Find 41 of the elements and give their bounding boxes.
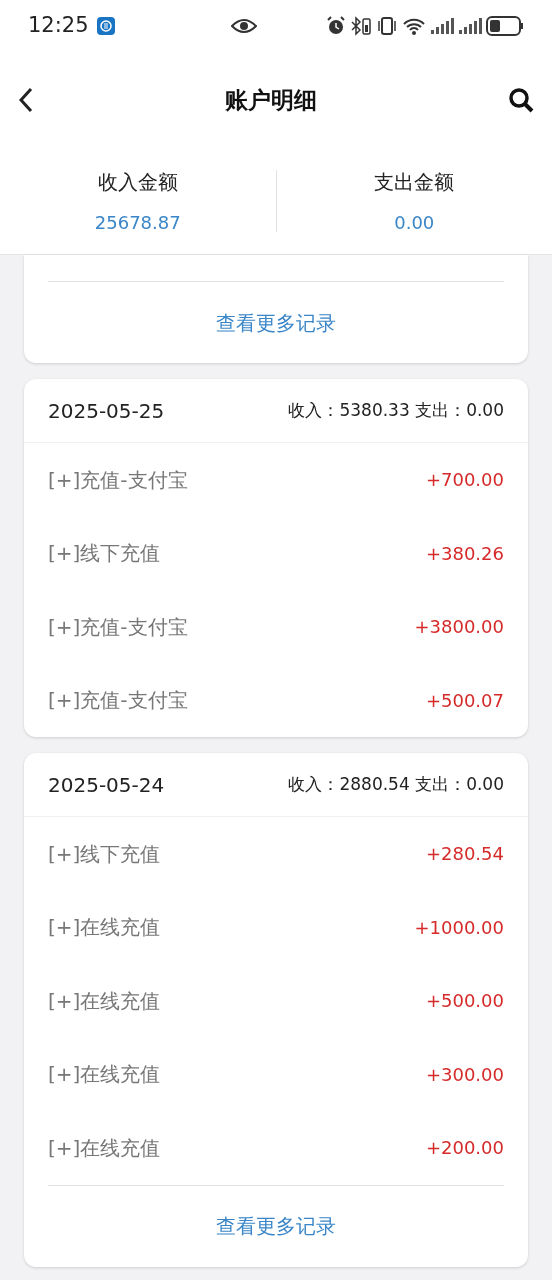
record-amount: +200.00: [425, 1136, 504, 1161]
record-title: [+]在线充值: [48, 914, 161, 942]
summary-amount: 0.00: [394, 210, 435, 235]
vibrate-icon: [376, 16, 398, 36]
record-title: [+]线下充值: [48, 540, 161, 568]
record-amount: +700.00: [425, 468, 504, 493]
notification-icon: [96, 17, 115, 35]
alarm-icon: [326, 16, 346, 36]
record-title: [+]充值-支付宝: [48, 613, 188, 641]
signal-icon: [458, 17, 482, 35]
signal-icon: [430, 17, 454, 35]
summary-amount: 25678.87: [94, 210, 181, 235]
record-title: [+]在线充值: [48, 1061, 161, 1089]
record-amount: +300.00: [425, 1062, 504, 1087]
search-button[interactable]: [508, 87, 534, 113]
record-amount: +280.54: [425, 842, 504, 867]
record-amount: +380.26: [425, 541, 504, 566]
clock-time: 12:25: [28, 12, 89, 40]
wifi-icon: [402, 16, 426, 36]
summary-label: 支出金额: [374, 168, 455, 196]
more-records-link[interactable]: 查看更多记录: [216, 1211, 336, 1241]
eye-icon: [230, 18, 257, 34]
record-amount: +3800.00: [414, 615, 504, 640]
more-records-link[interactable]: 查看更多记录: [216, 307, 336, 338]
bluetooth-icon: [350, 16, 372, 36]
record-amount: +1000.00: [414, 915, 504, 940]
record-amount: +500.07: [425, 688, 504, 713]
back-button[interactable]: [18, 87, 34, 113]
record-amount: +500.00: [425, 989, 504, 1014]
daily-totals: 收入：2880.54 支出：0.00: [288, 772, 504, 796]
record-title: [+]线下充值: [48, 840, 161, 868]
battery-icon: [486, 16, 524, 36]
daily-totals: 收入：5380.33 支出：0.00: [288, 398, 504, 422]
date-text: 2025-05-24: [48, 771, 165, 799]
record-title: [+]在线充值: [48, 987, 161, 1015]
record-title: [+]在线充值: [48, 1134, 161, 1162]
page-title: 账户明细: [225, 85, 317, 115]
record-title: [+]充值-支付宝: [48, 687, 188, 715]
date-text: 2025-05-25: [48, 397, 165, 425]
record-title: [+]充值-支付宝: [48, 466, 188, 494]
summary-label: 收入金额: [97, 168, 178, 196]
